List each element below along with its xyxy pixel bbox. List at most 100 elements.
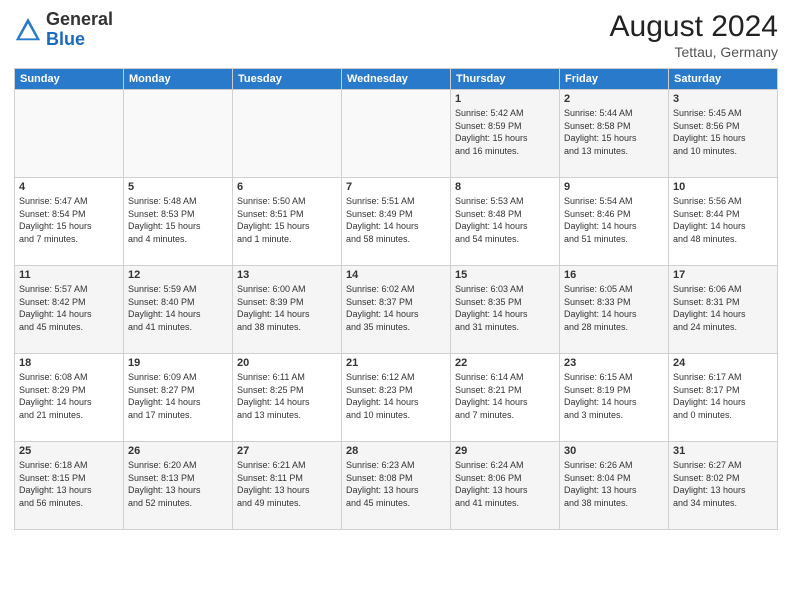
calendar-cell: 4 Sunrise: 5:47 AM Sunset: 8:54 PM Daylig…	[15, 178, 124, 266]
day-number: 3	[673, 93, 773, 105]
calendar-cell: 18Sunrise: 6:08 AM Sunset: 8:29 PM Dayli…	[15, 354, 124, 442]
calendar-cell: 11Sunrise: 5:57 AM Sunset: 8:42 PM Dayli…	[15, 266, 124, 354]
page: General Blue August 2024 Tettau, Germany…	[0, 0, 792, 612]
day-info: Sunrise: 5:54 AM Sunset: 8:46 PM Dayligh…	[564, 195, 664, 245]
day-number: 30	[564, 445, 664, 457]
calendar-cell: 12 Sunrise: 5:59 AM Sunset: 8:40 PM Dayli…	[124, 266, 233, 354]
day-number: 6	[237, 181, 337, 193]
calendar-cell: 1 Sunrise: 5:42 AM Sunset: 8:59 PM Daylig…	[451, 90, 560, 178]
calendar-cell: 28 Sunrise: 6:23 AM Sunset: 8:08 PM Dayli…	[342, 442, 451, 530]
logo-blue: Blue	[46, 29, 85, 49]
day-number: 25	[19, 445, 119, 457]
calendar-header-row: SundayMondayTuesdayWednesdayThursdayFrid…	[15, 69, 778, 90]
day-info: Sunrise: 6:02 AM Sunset: 8:37 PM Dayligh…	[346, 283, 446, 333]
day-number: 14	[346, 269, 446, 281]
day-info: Sunrise: 6:26 AM Sunset: 8:04 PM Dayligh…	[564, 459, 664, 509]
calendar-cell: 29Sunrise: 6:24 AM Sunset: 8:06 PM Dayli…	[451, 442, 560, 530]
day-number: 17	[673, 269, 773, 281]
calendar-cell: 23Sunrise: 6:15 AM Sunset: 8:19 PM Dayli…	[560, 354, 669, 442]
calendar-cell: 22 Sunrise: 6:14 AM Sunset: 8:21 PM Dayli…	[451, 354, 560, 442]
calendar-cell	[233, 90, 342, 178]
calendar-cell: 25Sunrise: 6:18 AM Sunset: 8:15 PM Dayli…	[15, 442, 124, 530]
title-month: August 2024	[610, 10, 778, 44]
calendar-cell: 19Sunrise: 6:09 AM Sunset: 8:27 PM Dayli…	[124, 354, 233, 442]
day-info: Sunrise: 6:17 AM Sunset: 8:17 PM Dayligh…	[673, 371, 773, 421]
day-info: Sunrise: 5:42 AM Sunset: 8:59 PM Dayligh…	[455, 107, 555, 157]
calendar-header-friday: Friday	[560, 69, 669, 90]
day-info: Sunrise: 6:15 AM Sunset: 8:19 PM Dayligh…	[564, 371, 664, 421]
day-info: Sunrise: 5:51 AM Sunset: 8:49 PM Dayligh…	[346, 195, 446, 245]
day-info: Sunrise: 6:14 AM Sunset: 8:21 PM Dayligh…	[455, 371, 555, 421]
calendar-cell: 27 Sunrise: 6:21 AM Sunset: 8:11 PM Dayli…	[233, 442, 342, 530]
calendar-header-wednesday: Wednesday	[342, 69, 451, 90]
day-number: 28	[346, 445, 446, 457]
day-info: Sunrise: 6:20 AM Sunset: 8:13 PM Dayligh…	[128, 459, 228, 509]
day-info: Sunrise: 6:11 AM Sunset: 8:25 PM Dayligh…	[237, 371, 337, 421]
logo-icon	[14, 16, 42, 44]
day-number: 24	[673, 357, 773, 369]
calendar-cell: 31Sunrise: 6:27 AM Sunset: 8:02 PM Dayli…	[669, 442, 778, 530]
logo-general: General	[46, 9, 113, 29]
calendar-cell: 26 Sunrise: 6:20 AM Sunset: 8:13 PM Dayli…	[124, 442, 233, 530]
calendar-week-4: 18Sunrise: 6:08 AM Sunset: 8:29 PM Dayli…	[15, 354, 778, 442]
day-info: Sunrise: 5:53 AM Sunset: 8:48 PM Dayligh…	[455, 195, 555, 245]
calendar-cell: 16Sunrise: 6:05 AM Sunset: 8:33 PM Dayli…	[560, 266, 669, 354]
calendar-cell: 14 Sunrise: 6:02 AM Sunset: 8:37 PM Dayli…	[342, 266, 451, 354]
calendar-cell: 15 Sunrise: 6:03 AM Sunset: 8:35 PM Dayli…	[451, 266, 560, 354]
title-block: August 2024 Tettau, Germany	[610, 10, 778, 60]
calendar-week-3: 11Sunrise: 5:57 AM Sunset: 8:42 PM Dayli…	[15, 266, 778, 354]
logo: General Blue	[14, 10, 113, 50]
calendar-header-tuesday: Tuesday	[233, 69, 342, 90]
calendar-week-2: 4 Sunrise: 5:47 AM Sunset: 8:54 PM Daylig…	[15, 178, 778, 266]
day-number: 4	[19, 181, 119, 193]
day-info: Sunrise: 6:03 AM Sunset: 8:35 PM Dayligh…	[455, 283, 555, 333]
day-number: 18	[19, 357, 119, 369]
day-number: 20	[237, 357, 337, 369]
calendar-cell: 21Sunrise: 6:12 AM Sunset: 8:23 PM Dayli…	[342, 354, 451, 442]
calendar-week-1: 1 Sunrise: 5:42 AM Sunset: 8:59 PM Daylig…	[15, 90, 778, 178]
calendar-cell	[15, 90, 124, 178]
day-info: Sunrise: 5:56 AM Sunset: 8:44 PM Dayligh…	[673, 195, 773, 245]
day-number: 7	[346, 181, 446, 193]
calendar-cell: 3 Sunrise: 5:45 AM Sunset: 8:56 PM Daylig…	[669, 90, 778, 178]
calendar-cell: 7 Sunrise: 5:51 AM Sunset: 8:49 PM Daylig…	[342, 178, 451, 266]
day-info: Sunrise: 6:00 AM Sunset: 8:39 PM Dayligh…	[237, 283, 337, 333]
day-number: 1	[455, 93, 555, 105]
day-info: Sunrise: 5:48 AM Sunset: 8:53 PM Dayligh…	[128, 195, 228, 245]
day-info: Sunrise: 5:44 AM Sunset: 8:58 PM Dayligh…	[564, 107, 664, 157]
calendar-cell: 8 Sunrise: 5:53 AM Sunset: 8:48 PM Daylig…	[451, 178, 560, 266]
title-location: Tettau, Germany	[610, 44, 778, 60]
day-number: 16	[564, 269, 664, 281]
day-info: Sunrise: 5:59 AM Sunset: 8:40 PM Dayligh…	[128, 283, 228, 333]
calendar-cell: 30 Sunrise: 6:26 AM Sunset: 8:04 PM Dayli…	[560, 442, 669, 530]
calendar: SundayMondayTuesdayWednesdayThursdayFrid…	[14, 68, 778, 530]
calendar-cell: 6 Sunrise: 5:50 AM Sunset: 8:51 PM Daylig…	[233, 178, 342, 266]
day-info: Sunrise: 5:50 AM Sunset: 8:51 PM Dayligh…	[237, 195, 337, 245]
calendar-cell: 17Sunrise: 6:06 AM Sunset: 8:31 PM Dayli…	[669, 266, 778, 354]
day-number: 2	[564, 93, 664, 105]
day-number: 10	[673, 181, 773, 193]
day-info: Sunrise: 5:57 AM Sunset: 8:42 PM Dayligh…	[19, 283, 119, 333]
day-number: 8	[455, 181, 555, 193]
day-number: 21	[346, 357, 446, 369]
calendar-cell	[124, 90, 233, 178]
calendar-cell: 20 Sunrise: 6:11 AM Sunset: 8:25 PM Dayli…	[233, 354, 342, 442]
calendar-cell: 2 Sunrise: 5:44 AM Sunset: 8:58 PM Daylig…	[560, 90, 669, 178]
day-info: Sunrise: 6:23 AM Sunset: 8:08 PM Dayligh…	[346, 459, 446, 509]
day-number: 27	[237, 445, 337, 457]
day-number: 19	[128, 357, 228, 369]
day-info: Sunrise: 5:47 AM Sunset: 8:54 PM Dayligh…	[19, 195, 119, 245]
day-number: 13	[237, 269, 337, 281]
day-number: 22	[455, 357, 555, 369]
day-number: 31	[673, 445, 773, 457]
day-number: 26	[128, 445, 228, 457]
day-number: 5	[128, 181, 228, 193]
day-info: Sunrise: 5:45 AM Sunset: 8:56 PM Dayligh…	[673, 107, 773, 157]
day-number: 9	[564, 181, 664, 193]
day-number: 15	[455, 269, 555, 281]
calendar-header-thursday: Thursday	[451, 69, 560, 90]
day-number: 12	[128, 269, 228, 281]
calendar-cell	[342, 90, 451, 178]
day-info: Sunrise: 6:21 AM Sunset: 8:11 PM Dayligh…	[237, 459, 337, 509]
calendar-cell: 10 Sunrise: 5:56 AM Sunset: 8:44 PM Dayli…	[669, 178, 778, 266]
